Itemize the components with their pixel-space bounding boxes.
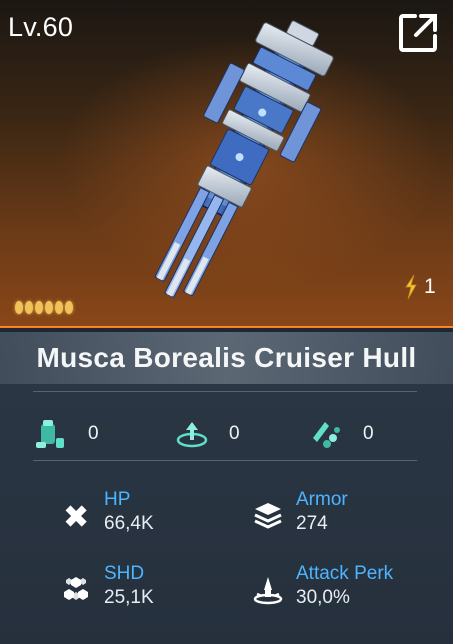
expand-icon[interactable] bbox=[397, 12, 439, 54]
owned-count: 1 bbox=[404, 274, 436, 300]
stat-shd: SHD 25,1K bbox=[60, 562, 154, 610]
stat-label: HP bbox=[104, 489, 131, 510]
rarity-bar bbox=[0, 326, 453, 328]
stat-armor: Armor 274 bbox=[252, 488, 348, 536]
stat-value: 25,1K bbox=[104, 587, 154, 608]
tier-pip bbox=[15, 301, 23, 314]
tier-pip bbox=[65, 301, 73, 314]
stat-attack-perk: Attack Perk 30,0% bbox=[252, 562, 393, 610]
lightning-icon bbox=[405, 274, 417, 300]
ship-artwork-panel: Lv.60 1 bbox=[0, 0, 453, 328]
divider bbox=[33, 391, 417, 392]
upgrade-icon bbox=[176, 422, 208, 448]
shield-hex-icon bbox=[64, 577, 88, 600]
stat-label: Attack Perk bbox=[296, 563, 394, 584]
item-card: Lv.60 1 Musca Borealis Cruiser Hull 0 0 … bbox=[0, 0, 453, 644]
tier-pip bbox=[35, 301, 43, 314]
divider bbox=[33, 460, 417, 461]
resource-module: 0 bbox=[34, 418, 99, 450]
attack-perk-icon bbox=[253, 577, 283, 605]
stat-label: SHD bbox=[104, 563, 145, 584]
module-icon bbox=[36, 420, 64, 448]
cruiser-hull-image bbox=[154, 20, 334, 299]
resource-value: 0 bbox=[363, 423, 374, 444]
tier-pip bbox=[55, 301, 63, 314]
stat-value: 30,0% bbox=[296, 587, 350, 608]
hp-cross-icon bbox=[65, 505, 87, 527]
tier-pips bbox=[15, 301, 73, 314]
stat-value: 66,4K bbox=[104, 513, 154, 534]
resource-upgrade: 0 bbox=[175, 418, 240, 450]
stat-value: 274 bbox=[296, 513, 328, 534]
tier-pip bbox=[25, 301, 33, 314]
resource-missile: 0 bbox=[309, 418, 374, 450]
level-label: Lv.60 bbox=[8, 12, 74, 42]
missile-icon bbox=[313, 422, 340, 448]
item-title: Musca Borealis Cruiser Hull bbox=[36, 342, 417, 373]
resource-value: 0 bbox=[88, 423, 99, 444]
armor-layers-icon bbox=[254, 503, 282, 529]
tier-pip bbox=[45, 301, 53, 314]
count-value: 1 bbox=[424, 275, 436, 298]
resource-value: 0 bbox=[229, 423, 240, 444]
stat-label: Armor bbox=[296, 489, 348, 510]
info-panel: Musca Borealis Cruiser Hull 0 0 0 HP 66,… bbox=[0, 332, 453, 644]
stat-hp: HP 66,4K bbox=[60, 488, 154, 536]
